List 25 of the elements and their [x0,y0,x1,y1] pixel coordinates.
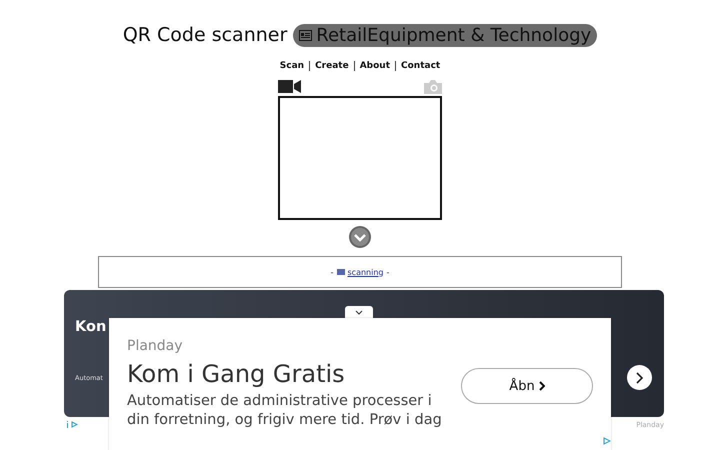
page-title: QR Code scanner [122,24,288,46]
chevron-down-icon[interactable] [349,226,371,248]
chevron-right-icon [636,372,644,384]
banner-title: Kon [75,319,106,335]
open-button[interactable]: Åbn [461,368,593,404]
chevron-right-icon [538,381,545,391]
ad-choices-icon[interactable] [71,421,78,428]
category-badge[interactable]: RetailEquipment & Technology [293,24,598,46]
ad-body: Automatiser de administrative processer i din forretning, og frigiv mere tid. Prøv i dag [127,392,443,430]
status-link[interactable]: scanning [348,268,384,276]
status-dash: - [386,268,390,276]
nav-link[interactable]: Contact [395,61,446,71]
ad-headline: Kom i Gang Gratis [127,360,346,388]
nav-link[interactable]: Create [309,61,354,71]
collapse-tab[interactable] [345,306,373,319]
video-camera-icon[interactable] [278,79,301,94]
status-dash: - [330,268,334,276]
info-icon[interactable] [66,421,69,428]
nav-link[interactable]: About [354,61,396,71]
advertiser-name: Planday [127,338,184,354]
chevron-down-icon [355,310,363,315]
badge-label: RetailEquipment & Technology [316,24,592,46]
nav-link[interactable]: Scan [274,61,310,71]
ad-choices-icon[interactable] [603,437,611,445]
next-button[interactable] [627,365,652,390]
